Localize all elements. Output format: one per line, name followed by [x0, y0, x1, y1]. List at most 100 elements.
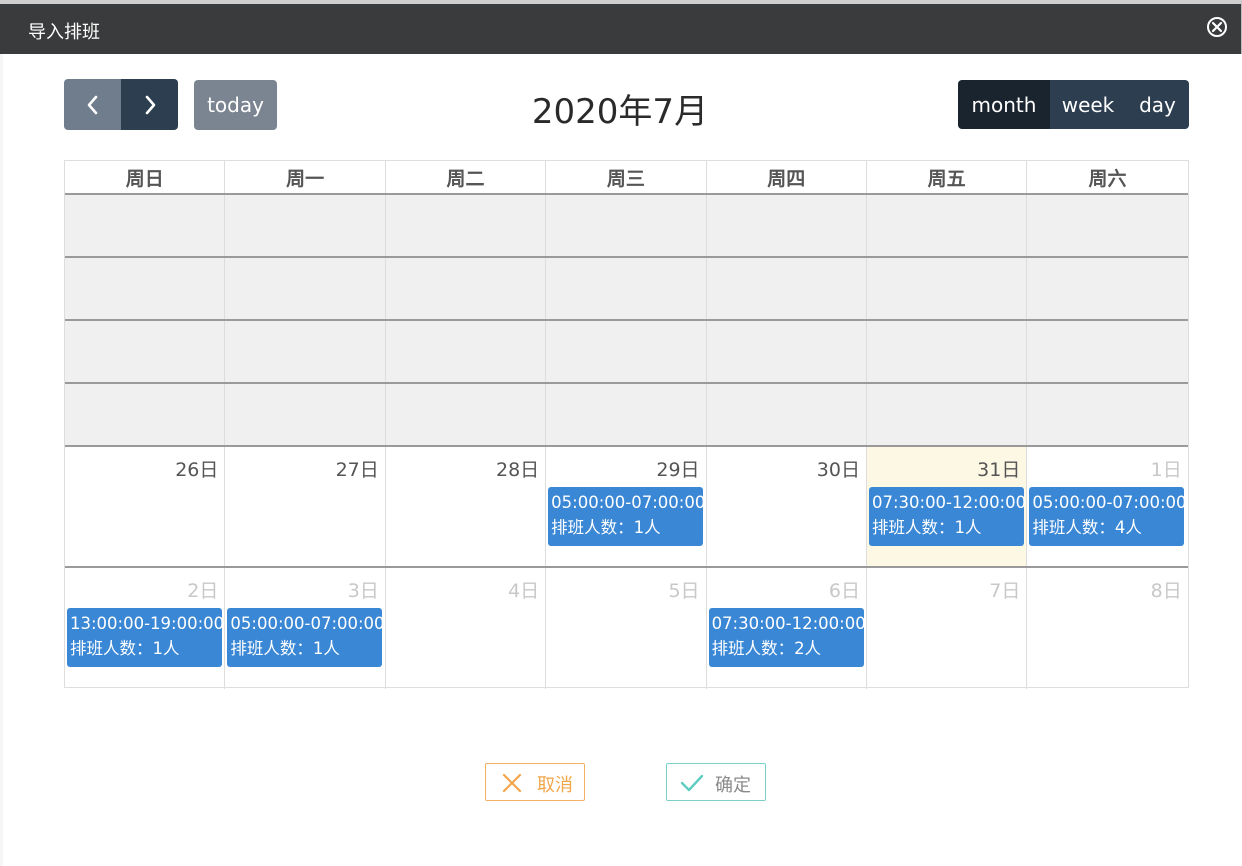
day-cell[interactable]: 1日 05:00:00-07:00:00 排班人数：4人: [1027, 447, 1187, 566]
event-count: 排班人数：4人: [1032, 518, 1142, 537]
close-circle-icon[interactable]: [1207, 17, 1227, 37]
cancel-label: 取消: [537, 775, 573, 796]
day-cell[interactable]: [707, 195, 867, 256]
day-number: 27日: [335, 459, 379, 481]
event-time: 07:30:00-12:00:00: [871, 493, 1027, 512]
weekday-tue: 周二: [386, 161, 547, 193]
day-number: 6日: [828, 580, 860, 602]
month-calendar: 周日 周一 周二 周三 周四 周五 周六 26日 27日 28日 29日 05:…: [64, 160, 1189, 689]
dialog-left-edge: [0, 54, 3, 866]
day-number: 3日: [347, 580, 379, 602]
day-number: 8日: [1150, 580, 1182, 602]
day-cell[interactable]: [1027, 195, 1187, 256]
day-cell[interactable]: [225, 384, 386, 445]
day-cell[interactable]: [225, 321, 386, 382]
day-cell[interactable]: 3日 05:00:00-07:00:00 排班人数：1人: [225, 568, 386, 689]
event-time: 07:30:00-12:00:00: [711, 614, 866, 633]
day-cell[interactable]: [225, 258, 386, 319]
event-time: 13:00:00-19:00:00: [70, 614, 225, 633]
day-cell[interactable]: [65, 195, 226, 256]
event-count: 排班人数：1人: [551, 518, 661, 537]
day-cell[interactable]: [707, 321, 867, 382]
shift-event[interactable]: 07:30:00-12:00:00 排班人数：2人: [708, 608, 866, 667]
weekday-wed: 周三: [546, 161, 707, 193]
cancel-button[interactable]: 取消: [485, 763, 585, 801]
day-cell[interactable]: [1027, 384, 1187, 445]
day-cell[interactable]: 4日: [386, 568, 547, 689]
confirm-label: 确定: [715, 775, 751, 796]
day-number: 7日: [989, 580, 1021, 602]
dialog-title: 导入排班: [28, 22, 100, 43]
nav-button-group: [64, 79, 178, 130]
day-cell[interactable]: [867, 195, 1028, 256]
day-cell[interactable]: 7日: [867, 568, 1028, 689]
day-number: 30日: [816, 459, 860, 481]
day-cell[interactable]: 28日: [386, 447, 547, 566]
day-cell[interactable]: [546, 258, 707, 319]
shift-event[interactable]: 05:00:00-07:00:00 排班人数：1人: [227, 608, 385, 667]
event-time: 05:00:00-07:00:00: [551, 493, 706, 512]
day-cell[interactable]: [65, 321, 226, 382]
checkmark-icon: [680, 774, 704, 792]
day-cell[interactable]: [1027, 321, 1187, 382]
day-cell[interactable]: 2日 13:00:00-19:00:00 排班人数：1人: [65, 568, 226, 689]
day-cell[interactable]: [386, 384, 547, 445]
weekday-mon: 周一: [225, 161, 386, 193]
day-cell[interactable]: [225, 195, 386, 256]
close-x-icon: [502, 773, 522, 793]
event-count: 排班人数：1人: [871, 518, 982, 537]
day-cell[interactable]: 8日: [1027, 568, 1187, 689]
day-number: 26日: [175, 459, 219, 481]
day-cell[interactable]: 26日: [65, 447, 226, 566]
day-number: 1日: [1150, 459, 1182, 481]
confirm-button[interactable]: 确定: [666, 763, 766, 801]
view-switcher: month week day: [958, 80, 1189, 129]
event-count: 排班人数：2人: [711, 639, 822, 658]
shift-event[interactable]: 05:00:00-07:00:00 排班人数：4人: [1029, 487, 1187, 546]
day-cell[interactable]: 30日: [707, 447, 867, 566]
day-cell[interactable]: [546, 384, 707, 445]
day-cell[interactable]: [707, 258, 867, 319]
day-cell[interactable]: 5日: [546, 568, 707, 689]
event-time: 05:00:00-07:00:00: [230, 614, 385, 633]
event-time: 05:00:00-07:00:00: [1032, 493, 1187, 512]
weekday-sat: 周六: [1088, 168, 1127, 190]
day-cell[interactable]: [386, 195, 547, 256]
weekday-header: 周日 周一 周二 周三 周四 周五 周六: [65, 161, 1188, 195]
day-cell[interactable]: [867, 258, 1028, 319]
dialog-titlebar: 导入排班: [0, 0, 1242, 54]
day-cell[interactable]: [867, 321, 1028, 382]
week-row-2: [65, 258, 1188, 321]
view-month-button[interactable]: month: [958, 80, 1050, 129]
view-week-button[interactable]: week: [1050, 80, 1126, 129]
view-day-button[interactable]: day: [1126, 80, 1189, 129]
day-cell[interactable]: 27日: [225, 447, 386, 566]
day-number: 5日: [668, 580, 700, 602]
chevron-right-icon: [145, 95, 155, 114]
day-cell[interactable]: [1027, 258, 1187, 319]
day-cell[interactable]: [707, 384, 867, 445]
prev-month-button[interactable]: [64, 79, 121, 130]
day-cell[interactable]: [546, 195, 707, 256]
shift-event[interactable]: 13:00:00-19:00:00 排班人数：1人: [67, 608, 225, 667]
today-button[interactable]: today: [194, 80, 277, 130]
day-cell-today[interactable]: 31日 07:30:00-12:00:00 排班人数：1人: [866, 447, 1028, 566]
next-month-button[interactable]: [121, 79, 178, 130]
week-row-1: [65, 195, 1188, 258]
event-count: 排班人数：1人: [70, 639, 180, 658]
day-cell[interactable]: [65, 258, 226, 319]
week-row-6: 2日 13:00:00-19:00:00 排班人数：1人 3日 05:00:00…: [65, 568, 1188, 689]
week-row-5: 26日 27日 28日 29日 05:00:00-07:00:00 排班人数：1…: [65, 447, 1188, 568]
day-cell[interactable]: [546, 321, 707, 382]
day-cell[interactable]: [386, 321, 547, 382]
day-cell[interactable]: [65, 384, 226, 445]
day-cell[interactable]: [867, 384, 1028, 445]
day-number: 4日: [508, 580, 540, 602]
shift-event[interactable]: 05:00:00-07:00:00 排班人数：1人: [548, 487, 706, 546]
day-number: 31日: [977, 459, 1021, 481]
day-cell[interactable]: 29日 05:00:00-07:00:00 排班人数：1人: [546, 447, 707, 566]
day-cell[interactable]: [386, 258, 547, 319]
weekday-thu: 周四: [707, 161, 867, 193]
shift-event[interactable]: 07:30:00-12:00:00 排班人数：1人: [868, 487, 1027, 546]
day-cell[interactable]: 6日 07:30:00-12:00:00 排班人数：2人: [707, 568, 867, 689]
